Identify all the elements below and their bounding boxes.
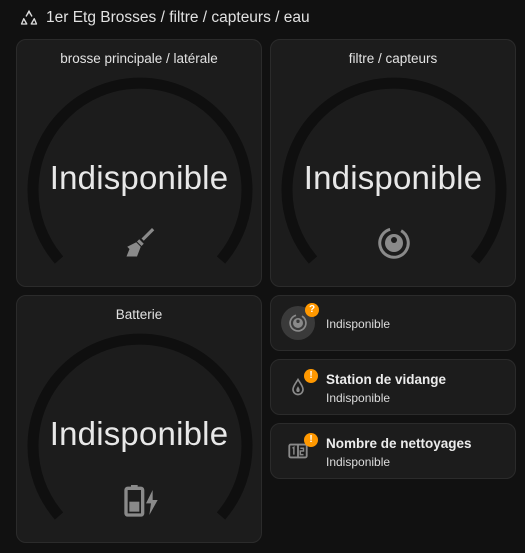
tile-nombre-de-nettoyages[interactable]: ! Nombre de nettoyages Indisponible [270,423,516,479]
gauge-value: Indisponible [303,159,483,196]
battery-charging-icon [121,480,161,525]
recycle-icon [20,9,38,27]
gauge-card-brushes[interactable]: brosse principale / latérale Indisponibl… [16,39,262,287]
gauge-value: Indisponible [49,415,229,452]
tile-state: Indisponible [326,317,391,331]
warning-badge: ! [304,369,318,383]
tile-state: Indisponible [326,391,391,405]
tile-robot-state[interactable]: ? Indisponible [270,295,516,351]
tile-name: Station de vidange [326,372,447,387]
broom-icon [122,225,158,266]
tile-station-de-vidange[interactable]: ! Station de vidange Indisponible [270,359,516,415]
gauge-card-filter[interactable]: filtre / capteurs Indisponible [270,39,516,287]
unknown-badge: ? [305,303,319,317]
gauge-value: Indisponible [49,159,229,196]
section-title: 1er Etg Brosses / filtre / capteurs / ea… [46,9,310,26]
section-header: 1er Etg Brosses / filtre / capteurs / ea… [20,6,310,30]
tile-state: Indisponible [326,455,391,469]
robot-vacuum-icon [376,225,412,266]
tile-name: Nombre de nettoyages [326,436,472,451]
warning-badge: ! [304,433,318,447]
gauge-card-battery[interactable]: Batterie Indisponible [16,295,262,543]
